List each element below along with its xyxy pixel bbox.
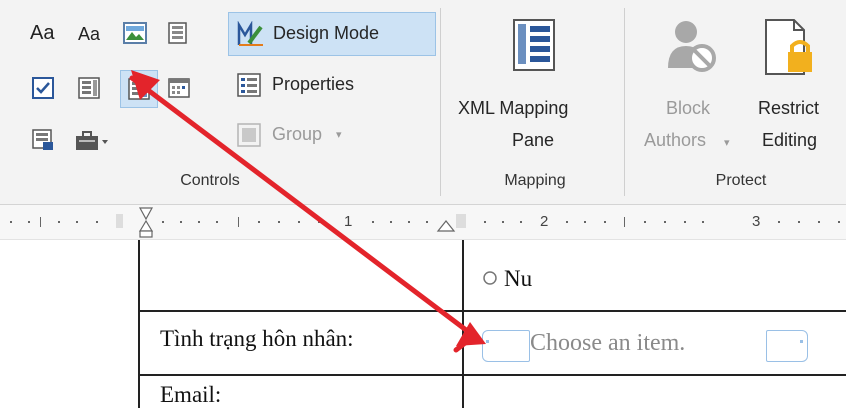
table-column-marker [436, 214, 466, 232]
table-middle-border [462, 240, 464, 408]
group-icon [237, 123, 261, 147]
properties-button[interactable]: Properties [236, 68, 416, 104]
group-chevron-down-icon: ▾ [336, 129, 342, 141]
controls-group-label: Controls [180, 172, 240, 189]
design-mode-label: Design Mode [273, 23, 380, 43]
plain-text-label: Aa [78, 24, 101, 44]
block-authors-button[interactable]: Block Authors ▾ [636, 12, 746, 162]
ruler-number-3: 3 [752, 213, 761, 230]
restrict-editing-label-line1: Restrict [758, 98, 820, 118]
block-authors-chevron-down-icon: ▾ [724, 137, 730, 149]
radio-button-icon [483, 271, 497, 285]
dropdown-list-content-control-icon[interactable] [120, 70, 158, 108]
ruler-number-2: 2 [540, 213, 549, 230]
restrict-editing-button[interactable]: Restrict Editing [754, 12, 844, 162]
block-authors-icon [668, 21, 716, 72]
content-control-start-tag [482, 330, 530, 362]
restrict-editing-icon [765, 19, 812, 75]
xml-mapping-label-line2: Pane [512, 130, 555, 150]
horizontal-ruler[interactable]: 1 2 3 [0, 205, 846, 240]
left-indent-marker [116, 207, 154, 238]
xml-mapping-label-line1: XML Mapping [458, 98, 569, 118]
legacy-tools-icon[interactable] [72, 127, 112, 153]
ruler-number-1: 1 [344, 213, 353, 230]
repeating-section-content-control-icon[interactable] [30, 127, 56, 153]
group-button[interactable]: Group ▾ [236, 118, 396, 154]
protect-group-label: Protect [715, 172, 767, 189]
rich-text-content-control-button[interactable]: Aa [30, 22, 54, 45]
date-picker-content-control-icon[interactable] [166, 75, 192, 101]
design-mode-icon [237, 21, 263, 46]
content-control-start-dot [486, 340, 489, 343]
rich-text-label: Aa [30, 22, 55, 44]
mapping-group-label: Mapping [504, 172, 566, 189]
combo-box-content-control-icon[interactable] [76, 75, 102, 101]
properties-icon [237, 73, 261, 97]
picture-content-control-icon[interactable] [122, 20, 148, 46]
plain-text-content-control-button[interactable]: Aa [78, 24, 100, 45]
block-authors-label-line2: Authors [644, 130, 707, 150]
restrict-editing-label-line2: Editing [762, 130, 818, 150]
email-label: Email: [160, 382, 222, 407]
content-control-end-tag [766, 330, 808, 362]
choose-item-placeholder: Choose an item. [530, 330, 686, 356]
dropdown-content-control[interactable]: Choose an item. [478, 326, 818, 366]
xml-mapping-icon [513, 19, 555, 71]
properties-label: Properties [272, 74, 355, 94]
table-row-border [138, 310, 846, 312]
separator [440, 8, 441, 196]
checkbox-content-control-icon[interactable] [30, 75, 56, 101]
building-block-gallery-icon[interactable] [165, 20, 191, 46]
ribbon: Aa Aa Design Mode Properties Group ▾ Con… [0, 0, 846, 205]
design-mode-button[interactable]: Design Mode [228, 12, 436, 56]
radio-option-label: Nu [504, 266, 533, 291]
table-row-border [138, 374, 846, 376]
group-label: Group [272, 124, 323, 144]
marital-status-label: Tình trạng hôn nhân: [160, 326, 354, 351]
xml-mapping-pane-button[interactable]: XML Mapping Pane [450, 12, 618, 162]
document-body: Nu Tình trạng hôn nhân: Choose an item. … [0, 240, 846, 408]
ruler-ticks [10, 207, 840, 238]
separator [624, 8, 625, 196]
block-authors-label-line1: Block [666, 98, 711, 118]
table-left-border [138, 240, 140, 408]
content-control-end-dot [800, 340, 803, 343]
